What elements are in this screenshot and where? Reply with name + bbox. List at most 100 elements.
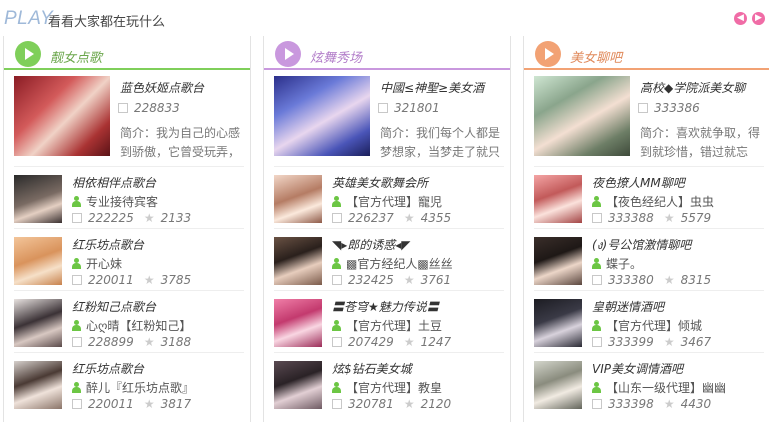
- person-icon: [592, 196, 601, 207]
- viewer-count: 4355: [420, 211, 452, 225]
- room-name[interactable]: 高校◆学院派美女聊: [640, 79, 766, 96]
- room-thumbnail[interactable]: [14, 76, 110, 156]
- room-name[interactable]: 红粉知己点歌台: [72, 298, 242, 315]
- host-row: 蝶子。: [592, 255, 762, 272]
- list-item[interactable]: VIP美女调情酒吧 【山东一级代理】幽幽 333398 ★ 4430: [534, 352, 764, 411]
- list-item[interactable]: 红乐坊点歌台 醉儿『红乐坊点歌』 220011 ★ 3817: [14, 352, 244, 411]
- room-thumbnail[interactable]: [14, 237, 62, 285]
- panel-header: 炫舞秀场: [264, 36, 510, 70]
- viewer-count: 2133: [160, 211, 192, 225]
- list-item[interactable]: 红粉知己点歌台 心ღ晴【红粉知己】 228899 ★ 3188: [14, 290, 244, 349]
- list-item[interactable]: 皇朝迷情酒吧 【官方代理】倾城 333399 ★ 3467: [534, 290, 764, 349]
- room-name[interactable]: 中國≤神聖≥美女酒: [380, 79, 506, 96]
- room-thumbnail[interactable]: [534, 299, 582, 347]
- panel-title[interactable]: 炫舞秀场: [310, 47, 362, 66]
- panel-beauty-chat: 美女聊吧 高校◆学院派美女聊 333386 简介：喜欢就争取，得到就珍惜，错过就…: [523, 36, 769, 422]
- person-icon: [332, 382, 341, 393]
- room-thumbnail[interactable]: [14, 175, 62, 223]
- list-item[interactable]: 英雄美女歌舞会所 【官方代理】寵児 226237 ★ 4355: [274, 166, 504, 225]
- section-subtitle: 看看大家都在玩什么: [48, 15, 166, 30]
- room-name[interactable]: 〓苍穹★魅力传说〓: [332, 298, 502, 315]
- room-name[interactable]: 皇朝迷情酒吧: [592, 298, 762, 315]
- room-name[interactable]: 红乐坊点歌台: [72, 236, 242, 253]
- stats-row: 333398 ★ 4430: [592, 397, 711, 411]
- room-thumbnail[interactable]: [534, 237, 582, 285]
- star-icon: ★: [143, 335, 155, 349]
- list-item[interactable]: ◥▸郎的诱惑◂◤ ▩官方经纪人▩丝丝 232425 ★ 3761: [274, 228, 504, 287]
- room-name[interactable]: 红乐坊点歌台: [72, 360, 242, 377]
- room-id: 228833: [134, 101, 180, 115]
- room-thumbnail[interactable]: [534, 361, 582, 409]
- stats-row: 220011 ★ 3785: [72, 273, 191, 287]
- star-icon: ★: [143, 397, 155, 411]
- list-item[interactable]: 炫$钻石美女城 【官方代理】教皇 320781 ★ 2120: [274, 352, 504, 411]
- featured-room[interactable]: 高校◆学院派美女聊 333386 简介：喜欢就争取，得到就珍惜，错过就忘: [534, 76, 764, 160]
- star-icon: ★: [663, 273, 675, 287]
- list-item[interactable]: 〓苍穹★魅力传说〓 【官方代理】土豆 207429 ★ 1247: [274, 290, 504, 349]
- list-item[interactable]: (ง)号公馆激情聊吧 蝶子。 333380 ★ 8315: [534, 228, 764, 287]
- star-icon: ★: [663, 211, 675, 225]
- host-name: 专业接待宾客: [86, 195, 159, 209]
- panel-title[interactable]: 美女聊吧: [570, 47, 622, 66]
- play-circle-icon: [535, 41, 561, 67]
- person-icon: [332, 196, 341, 207]
- featured-room[interactable]: 蓝色妖姬点歌台 228833 简介：我为自己的心感到骄傲，它曾受玩弄，: [14, 76, 244, 160]
- room-name[interactable]: 相依相伴点歌台: [72, 174, 242, 191]
- host-name: 【官方代理】寵児: [346, 195, 443, 209]
- star-icon: ★: [403, 335, 415, 349]
- star-icon: ★: [143, 273, 155, 287]
- host-name: 心ღ晴【红粉知己】: [86, 319, 192, 333]
- room-name[interactable]: 蓝色妖姬点歌台: [120, 79, 246, 96]
- room-thumbnail[interactable]: [14, 299, 62, 347]
- viewer-count: 3188: [160, 335, 192, 349]
- person-icon: [72, 320, 81, 331]
- room-name[interactable]: VIP美女调情酒吧: [592, 360, 762, 377]
- next-arrow-icon[interactable]: ▶: [752, 12, 765, 25]
- host-name: 【山东一级代理】幽幽: [606, 381, 727, 395]
- featured-room[interactable]: 中國≤神聖≥美女酒 321801 简介：我们每个人都是梦想家，当梦走了就只: [274, 76, 504, 160]
- list-item[interactable]: 相依相伴点歌台 专业接待宾客 222225 ★ 2133: [14, 166, 244, 225]
- stats-row: 222225 ★ 2133: [72, 211, 191, 225]
- room-thumbnail[interactable]: [534, 175, 582, 223]
- stats-row: 207429 ★ 1247: [332, 335, 451, 349]
- room-number-icon: [332, 275, 342, 285]
- room-name[interactable]: (ง)号公馆激情聊吧: [592, 236, 762, 255]
- stats-row: 320781 ★ 2120: [332, 397, 451, 411]
- room-number-icon: [592, 213, 602, 223]
- room-thumbnail[interactable]: [14, 361, 62, 409]
- panel-title[interactable]: 靓女点歌: [50, 47, 102, 66]
- room-number-icon: [72, 399, 82, 409]
- room-id: 321801: [394, 101, 440, 115]
- room-thumbnail[interactable]: [274, 299, 322, 347]
- room-number-icon: [332, 399, 342, 409]
- room-thumbnail[interactable]: [274, 175, 322, 223]
- room-id: 333380: [608, 273, 654, 287]
- viewer-count: 1247: [420, 335, 452, 349]
- room-name[interactable]: 炫$钻石美女城: [332, 360, 502, 377]
- host-row: 【官方代理】倾城: [592, 317, 762, 334]
- section-header: PLAY 看看大家都在玩什么 ◀ ▶: [0, 0, 769, 36]
- list-item[interactable]: 红乐坊点歌台 开心妹 220011 ★ 3785: [14, 228, 244, 287]
- star-icon: ★: [143, 211, 155, 225]
- stats-row: 232425 ★ 3761: [332, 273, 451, 287]
- room-thumbnail[interactable]: [534, 76, 630, 156]
- list-item[interactable]: 夜色撩人MM聊吧 【夜色经纪人】虫虫 333388 ★ 5579: [534, 166, 764, 225]
- host-row: 专业接待宾客: [72, 193, 242, 210]
- host-name: 醉儿『红乐坊点歌』: [86, 381, 195, 395]
- viewer-count: 3817: [160, 397, 192, 411]
- stats-row: 333380 ★ 8315: [592, 273, 711, 287]
- stats-row: 333399 ★ 3467: [592, 335, 711, 349]
- room-name[interactable]: 夜色撩人MM聊吧: [592, 174, 762, 191]
- room-name[interactable]: ◥▸郎的诱惑◂◤: [332, 236, 502, 253]
- room-id: 220011: [88, 397, 134, 411]
- play-circle-icon: [275, 41, 301, 67]
- room-thumbnail[interactable]: [274, 237, 322, 285]
- person-icon: [332, 320, 341, 331]
- room-thumbnail[interactable]: [274, 361, 322, 409]
- star-icon: ★: [403, 397, 415, 411]
- room-name[interactable]: 英雄美女歌舞会所: [332, 174, 502, 191]
- prev-arrow-icon[interactable]: ◀: [734, 12, 747, 25]
- room-id: 222225: [88, 211, 134, 225]
- room-thumbnail[interactable]: [274, 76, 370, 156]
- host-row: 【官方代理】寵児: [332, 193, 502, 210]
